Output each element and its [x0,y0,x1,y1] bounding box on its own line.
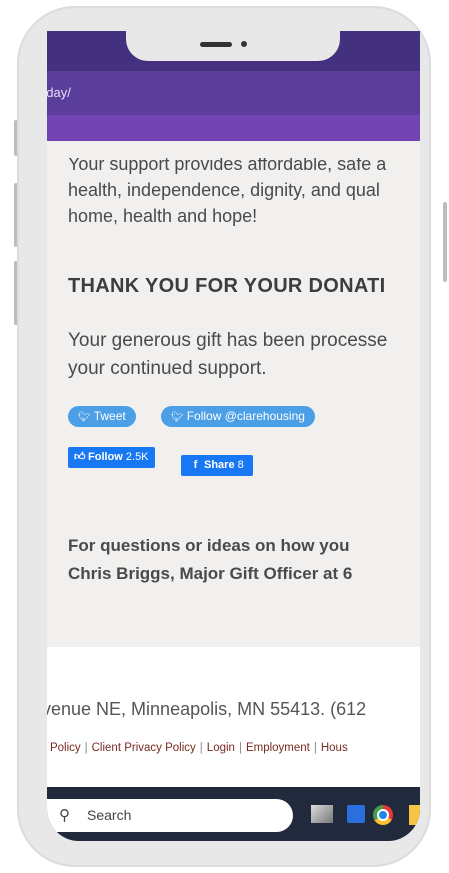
thumbs-up-icon: 👍︎ [74,451,86,463]
follow-twitter-label: Follow @clarehousing [186,409,305,423]
footer-address: venue NE, Minneapolis, MN 55413. (612 [47,699,367,719]
fb-share-label: Share [204,459,235,471]
phone-notch [126,31,340,61]
tweet-label: Tweet [93,409,126,423]
link-separator: | [313,742,317,754]
confirmation-line: your continued support. [68,358,267,379]
phone-screen: oday/ Your support provides affordable, … [47,31,420,841]
footer-link[interactable]: Hous [321,742,348,754]
fb-follow-count: 2.5K [125,451,149,463]
footer-link[interactable]: Client Privacy Policy [92,742,196,754]
link-separator: | [238,742,242,754]
footer-links: y Policy|Client Privacy Policy|Login|Emp… [47,742,348,754]
file-explorer-icon[interactable] [409,805,420,825]
follow-twitter-button[interactable]: 🐦︎ Follow @clarehousing [161,406,315,427]
facebook-icon: f [193,459,198,471]
front-camera [241,41,247,47]
link-separator: | [84,742,88,754]
intro-line: health, independence, dignity, and qual [68,180,380,200]
address-bar-url: oday/ [47,85,71,100]
search-icon: ⚲ [59,807,70,824]
intro-line: home, health and hope! [68,206,258,226]
search-placeholder: Search [87,807,132,823]
taskbar: ⚲ Search [47,787,420,841]
twitter-bird-icon: 🐦︎ [78,412,91,423]
questions-line: For questions or ideas on how you [68,536,350,555]
task-view-icon[interactable] [311,805,333,823]
twitter-bird-icon: 🐦︎ [171,412,184,423]
chrome-icon[interactable] [373,805,393,825]
footer-link[interactable]: Login [207,742,235,754]
phone-power-button [443,202,447,282]
speaker-grille [200,42,232,47]
tweet-button[interactable]: 🐦︎ Tweet [68,406,136,427]
facebook-share-button[interactable]: f Share 8 [181,455,253,476]
fb-share-count: 8 [237,459,244,471]
footer-link[interactable]: Employment [246,742,310,754]
link-separator: | [199,742,203,754]
site-footer: venue NE, Minneapolis, MN 55413. (612 y … [47,647,420,787]
facebook-follow-button[interactable]: 👍︎ Follow 2.5K [68,447,155,468]
site-header-band [47,115,420,141]
intro-line: Your support provides affordable, safe a [68,154,387,174]
app-icon[interactable] [347,805,365,823]
questions-line: Chris Briggs, Major Gift Officer at 6 [68,564,353,583]
taskbar-search[interactable]: ⚲ Search [47,799,293,832]
footer-link[interactable]: y Policy [47,742,81,754]
confirmation-line: Your generous gift has been processe [68,330,388,351]
page-heading: THANK YOU FOR YOUR DONATI [68,275,386,297]
address-bar[interactable]: oday/ [47,71,420,115]
fb-follow-label: Follow [88,451,123,463]
